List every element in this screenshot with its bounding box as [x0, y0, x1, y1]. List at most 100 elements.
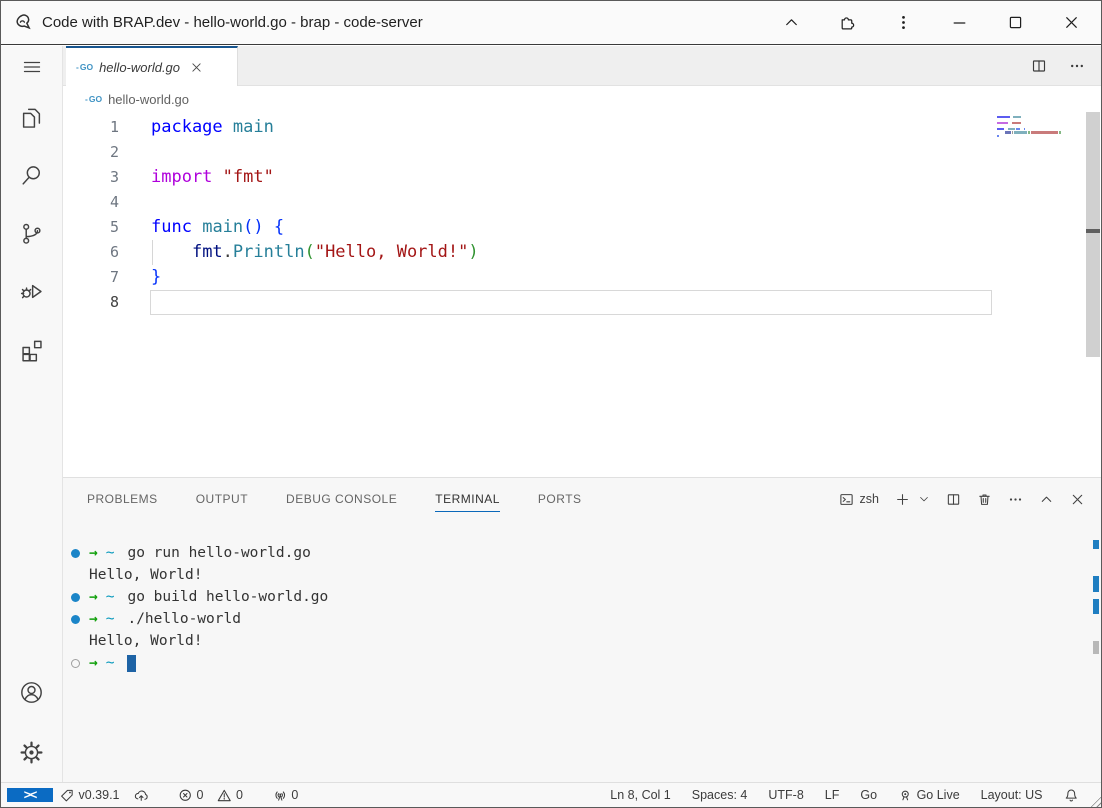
terminal-profile-button[interactable]: zsh [839, 492, 879, 507]
status-item-warnings[interactable]: 0 [210, 788, 249, 803]
panel-tab-terminal[interactable]: TERMINAL [435, 478, 500, 520]
source-control-icon [18, 220, 45, 247]
kill-terminal-button[interactable] [977, 492, 992, 507]
status-item-label: Go Live [917, 788, 960, 802]
split-terminal-button[interactable] [946, 492, 961, 507]
more-actions-button[interactable] [1069, 58, 1085, 74]
more-actions-button[interactable] [1008, 492, 1023, 507]
panel-tab-ports[interactable]: PORTS [538, 478, 582, 520]
tab-hello-world-go[interactable]: GO hello-world.go [66, 46, 238, 86]
status-bar-right: Ln 8, Col 1 Spaces: 4 UTF-8 LF Go Go Live Layo… [603, 788, 1101, 803]
status-item-go-live[interactable]: Go Live [891, 788, 967, 803]
launch-profile-button[interactable] [918, 493, 930, 505]
editor-scrollbar[interactable] [1086, 112, 1100, 477]
status-item-language-mode[interactable]: Go [853, 788, 884, 802]
status-item-cursor-position[interactable]: Ln 8, Col 1 [603, 788, 677, 802]
maximize-button[interactable] [999, 7, 1031, 39]
activity-item-settings[interactable] [1, 722, 63, 782]
status-item-encoding[interactable]: UTF-8 [761, 788, 810, 802]
status-item-keyboard-layout[interactable]: Layout: US [974, 788, 1050, 802]
status-bar-left: ><v0.39.1000 [7, 788, 305, 803]
panel-tab-debug-console[interactable]: DEBUG CONSOLE [286, 478, 397, 520]
line-number[interactable]: 4 [63, 190, 119, 215]
status-item-label: UTF-8 [768, 788, 803, 802]
close-panel-button[interactable] [1070, 492, 1085, 507]
current-line-highlight [150, 290, 992, 315]
code-line-4[interactable]: 4 [63, 190, 1101, 215]
extensions-icon [18, 336, 45, 363]
chevron-up-icon [1039, 492, 1054, 507]
status-item-update[interactable] [127, 788, 156, 803]
breadcrumb-file[interactable]: hello-world.go [108, 92, 189, 107]
editor-actions [1031, 46, 1085, 86]
code-editor[interactable]: 1package main23import "fmt"45func main()… [63, 112, 1101, 477]
status-item-eol[interactable]: LF [818, 788, 847, 802]
code-line-5[interactable]: 5func main() { [63, 215, 1101, 240]
code-line-7[interactable]: 7} [63, 265, 1101, 290]
activity-item-accounts[interactable] [1, 662, 63, 722]
status-item-ports[interactable]: 0 [266, 788, 305, 803]
command-text: go run hello-world.go [127, 545, 310, 561]
plus-icon [895, 492, 910, 507]
close-button[interactable] [1055, 7, 1087, 39]
line-number[interactable]: 7 [63, 265, 119, 290]
bottom-panel: PROBLEMS OUTPUT DEBUG CONSOLE TERMINAL PORTS… [63, 477, 1101, 784]
command-decoration-icon[interactable] [71, 593, 80, 602]
command-decoration-icon[interactable] [71, 659, 80, 668]
activity-item-menu[interactable] [1, 46, 63, 88]
window-controls [775, 7, 1101, 39]
status-item-label: LF [825, 788, 840, 802]
minimap[interactable] [997, 116, 1077, 141]
collapse-toolbar-button[interactable] [775, 7, 807, 39]
command-decoration-icon[interactable] [71, 615, 80, 624]
close-icon [1063, 14, 1080, 31]
breadcrumb[interactable]: GO hello-world.go [63, 86, 1101, 112]
line-number[interactable]: 8 [63, 290, 119, 315]
status-item-label: 0 [197, 788, 204, 802]
minimize-button[interactable] [943, 7, 975, 39]
terminal[interactable]: →~go run hello-world.goHello, World!→~go… [63, 542, 1081, 674]
line-number[interactable]: 3 [63, 165, 119, 190]
code-line-1[interactable]: 1package main [63, 115, 1101, 140]
code-line-2[interactable]: 2 [63, 140, 1101, 165]
activity-item-run-and-debug[interactable] [1, 262, 63, 320]
browser-extensions-button[interactable] [831, 7, 863, 39]
status-item-version[interactable]: v0.39.1 [53, 788, 127, 803]
new-terminal-button[interactable] [895, 492, 910, 507]
cloud-upload-icon [134, 788, 149, 803]
maximize-panel-button[interactable] [1039, 492, 1054, 507]
code-line-3[interactable]: 3import "fmt" [63, 165, 1101, 190]
browser-menu-button[interactable] [887, 7, 919, 39]
split-editor-button[interactable] [1031, 58, 1047, 74]
code-line-8[interactable]: 8 [63, 290, 1101, 315]
activity-item-extensions[interactable] [1, 320, 63, 378]
prompt-arrow: → [89, 611, 98, 627]
broadcast-icon [898, 788, 913, 803]
line-number[interactable]: 2 [63, 140, 119, 165]
activity-item-explorer[interactable] [1, 88, 63, 146]
activity-item-source-control[interactable] [1, 204, 63, 262]
line-number[interactable]: 5 [63, 215, 119, 240]
status-item-label: Spaces: 4 [692, 788, 748, 802]
tab-close-icon[interactable] [190, 61, 203, 74]
line-number[interactable]: 6 [63, 240, 119, 265]
shell-label: zsh [860, 492, 879, 506]
kebab-menu-icon [895, 14, 912, 31]
code-line-6[interactable]: 6 fmt.Println("Hello, World!") [63, 240, 1101, 265]
status-item-notifications[interactable] [1057, 788, 1086, 803]
remote-indicator[interactable]: >< [7, 788, 53, 802]
activity-item-search[interactable] [1, 146, 63, 204]
line-number[interactable]: 1 [63, 115, 119, 140]
explorer-icon [18, 104, 45, 131]
output-text: Hello, World! [63, 633, 203, 649]
panel-tab-output[interactable]: OUTPUT [196, 478, 248, 520]
command-decoration-icon[interactable] [71, 549, 80, 558]
status-item-indentation[interactable]: Spaces: 4 [685, 788, 755, 802]
scrollbar-thumb[interactable] [1086, 112, 1100, 357]
search-icon [18, 162, 45, 189]
terminal-command-row: →~go run hello-world.go [63, 542, 1081, 564]
status-item-errors[interactable]: 0 [171, 788, 210, 803]
prompt-path: ~ [106, 611, 115, 627]
panel-tab-problems[interactable]: PROBLEMS [87, 478, 158, 520]
bell-icon [1064, 788, 1079, 803]
